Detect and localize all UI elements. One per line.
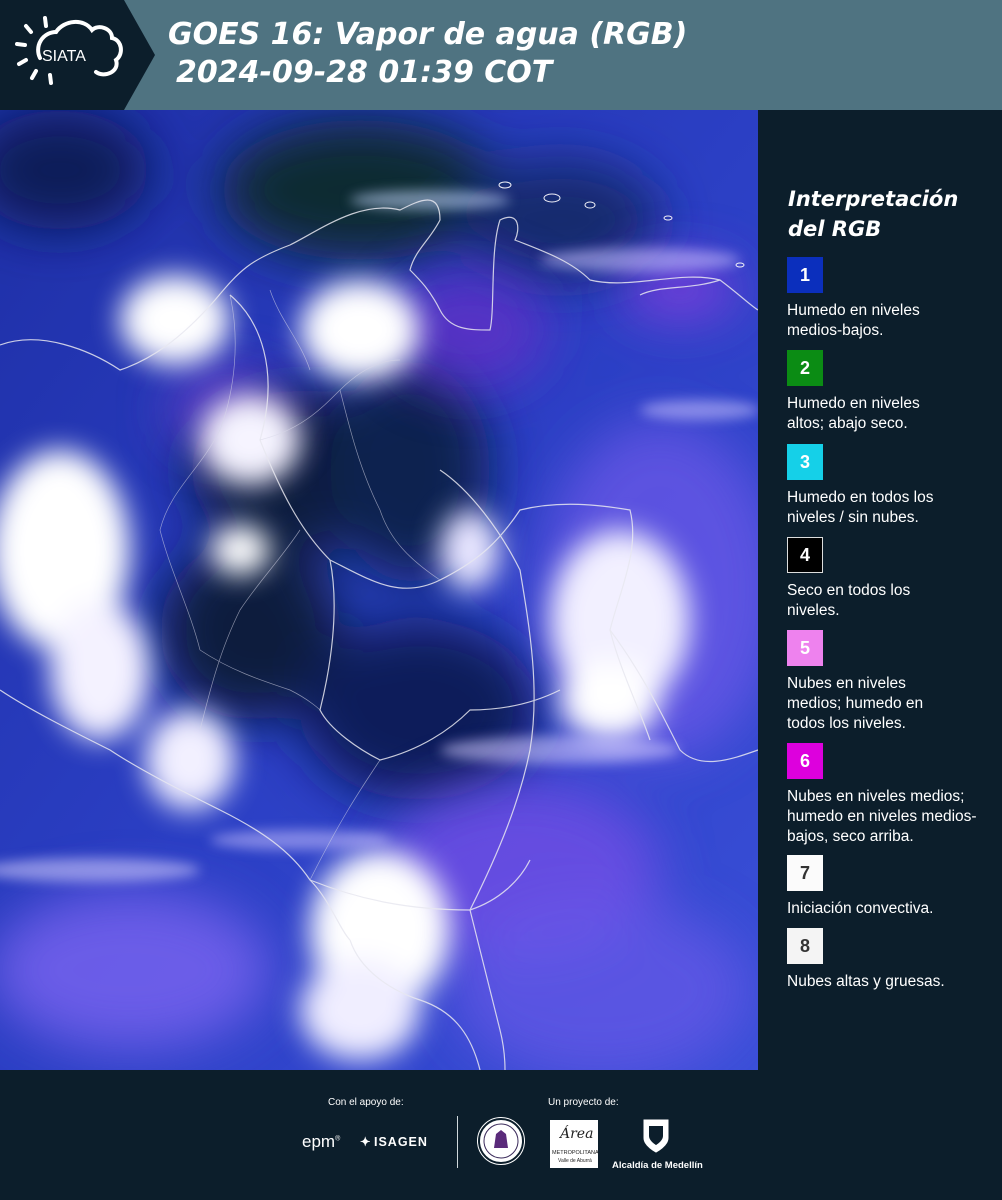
legend-item-8: 8 Nubes altas y gruesas. [787, 928, 997, 992]
legend-item-3: 3 Humedo en todos los niveles / sin nube… [787, 444, 997, 528]
legend-item-1: 1 Humedo en niveles medios-bajos. [787, 257, 997, 341]
legend-swatch-4: 4 [787, 537, 823, 573]
legend-desc-2: Humedo en niveles altos; abajo seco. [787, 395, 920, 432]
medellin-seal-logo[interactable] [477, 1117, 525, 1165]
isagen-logo[interactable]: ✦ ISAGEN [360, 1134, 428, 1149]
legend-desc-1: Humedo en niveles medios-bajos. [787, 302, 920, 339]
title-datetime: 2024-09-28 01:39 COT [176, 55, 553, 90]
legend-swatch-6: 6 [787, 743, 823, 779]
legend-desc-4: Seco en todos los niveles. [787, 582, 911, 619]
legend-swatch-7: 7 [787, 855, 823, 891]
shield-icon [643, 1119, 669, 1153]
isagen-text: ISAGEN [374, 1135, 428, 1149]
legend-panel: Interpretación del RGB 1 Humedo en nivel… [758, 110, 1002, 1070]
legend-item-6: 6 Nubes en niveles medios; humedo en niv… [787, 743, 997, 847]
legend-desc-7: Iniciación convectiva. [787, 900, 934, 917]
legend-swatch-5: 5 [787, 630, 823, 666]
logo-text: SIATA [42, 48, 86, 65]
legend-desc-6: Nubes en niveles medios; humedo en nivel… [787, 788, 977, 845]
legend-desc-3: Humedo en todos los niveles / sin nubes. [787, 489, 934, 526]
legend-desc-8: Nubes altas y gruesas. [787, 973, 945, 990]
support-label: Con el apoyo de: [328, 1097, 404, 1108]
legend-title-line2: del RGB [788, 217, 882, 241]
footer-divider [457, 1116, 458, 1168]
header-bar: SIATA GOES 16: Vapor de agua (RGB) 2024-… [0, 0, 1002, 110]
legend-item-4: 4 Seco en todos los niveles. [787, 537, 997, 621]
alcaldia-shield-logo[interactable] [642, 1118, 670, 1154]
title-product: GOES 16: Vapor de agua (RGB) [168, 17, 688, 52]
isagen-icon: ✦ [360, 1135, 372, 1149]
legend-item-5: 5 Nubes en niveles medios; humedo en tod… [787, 630, 997, 734]
legend-swatch-2: 2 [787, 350, 823, 386]
footer: Con el apoyo de: Un proyecto de: epm® ✦ I… [0, 1070, 1002, 1200]
epm-text: epm [302, 1132, 336, 1151]
legend-item-7: 7 Iniciación convectiva. [787, 855, 997, 919]
satellite-image [0, 110, 758, 1070]
legend-swatch-1: 1 [787, 257, 823, 293]
siata-logo[interactable]: SIATA [0, 0, 155, 110]
area-logo-name: Área [560, 1126, 594, 1142]
sun-cloud-icon: SIATA [15, 16, 123, 85]
area-metropolitana-logo[interactable]: Área METROPOLITANA Valle de Aburrá [550, 1120, 599, 1168]
legend-swatch-3: 3 [787, 444, 823, 480]
legend-title-line1: Interpretación [788, 187, 959, 211]
seal-icon [483, 1123, 519, 1159]
area-logo-sub1: METROPOLITANA [552, 1150, 599, 1156]
legend-title: Interpretación del RGB [788, 184, 958, 244]
area-logo-sub2: Valle de Aburrá [558, 1158, 592, 1164]
legend-swatch-8: 8 [787, 928, 823, 964]
legend-item-2: 2 Humedo en niveles altos; abajo seco. [787, 350, 997, 434]
project-label: Un proyecto de: [548, 1097, 619, 1108]
legend-desc-5: Nubes en niveles medios; humedo en todos… [787, 675, 924, 732]
alcaldia-text: Alcaldía de Medellín [612, 1160, 703, 1171]
page-title: GOES 16: Vapor de agua (RGB) 2024-09-28 … [168, 16, 687, 92]
epm-logo[interactable]: epm® [302, 1132, 340, 1152]
